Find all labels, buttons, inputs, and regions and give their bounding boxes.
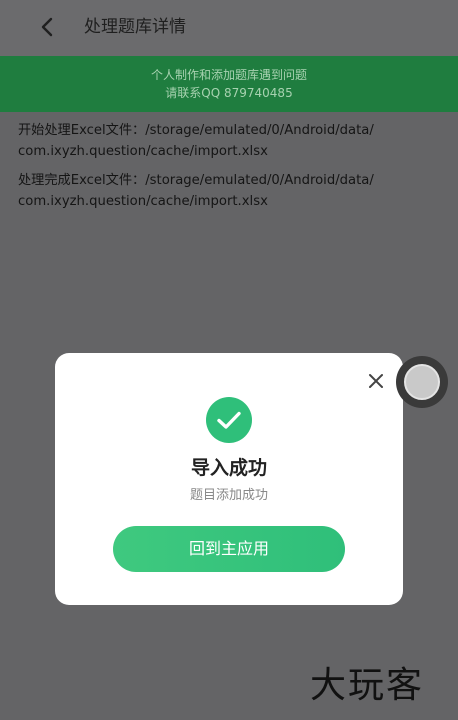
check-circle-icon [206,397,252,443]
import-success-dialog: 导入成功 题目添加成功 回到主应用 [55,353,403,605]
banner-line-2: 请联系QQ 879740485 [165,86,293,100]
floating-ball-icon [404,364,440,400]
close-icon[interactable] [367,372,385,390]
dialog-title: 导入成功 [190,457,267,479]
floating-assistive-button[interactable] [396,356,448,408]
contact-banner: 个人制作和添加题库遇到问题 请联系QQ 879740485 [0,56,458,112]
log-entry-line: 处理完成Excel文件：/storage/emulated/0/Android/… [18,173,374,188]
process-log: 开始处理Excel文件：/storage/emulated/0/Android/… [18,120,444,220]
log-entry-line: 开始处理Excel文件：/storage/emulated/0/Android/… [18,123,374,138]
page-title: 处理题库详情 [84,17,186,37]
log-entry-line: com.ixyzh.question/cache/import.xlsx [18,194,268,209]
dialog-subtitle: 题目添加成功 [189,488,268,503]
back-arrow-icon[interactable] [36,14,60,40]
banner-line-1: 个人制作和添加题库遇到问题 [150,68,307,82]
log-entry: 开始处理Excel文件：/storage/emulated/0/Android/… [18,120,444,162]
app-header: 处理题库详情 [0,0,458,56]
log-entry-line: com.ixyzh.question/cache/import.xlsx [18,144,268,159]
watermark-logo: 大玩客 [310,665,425,706]
return-to-main-app-button[interactable]: 回到主应用 [113,526,345,572]
log-entry: 处理完成Excel文件：/storage/emulated/0/Android/… [18,170,444,212]
